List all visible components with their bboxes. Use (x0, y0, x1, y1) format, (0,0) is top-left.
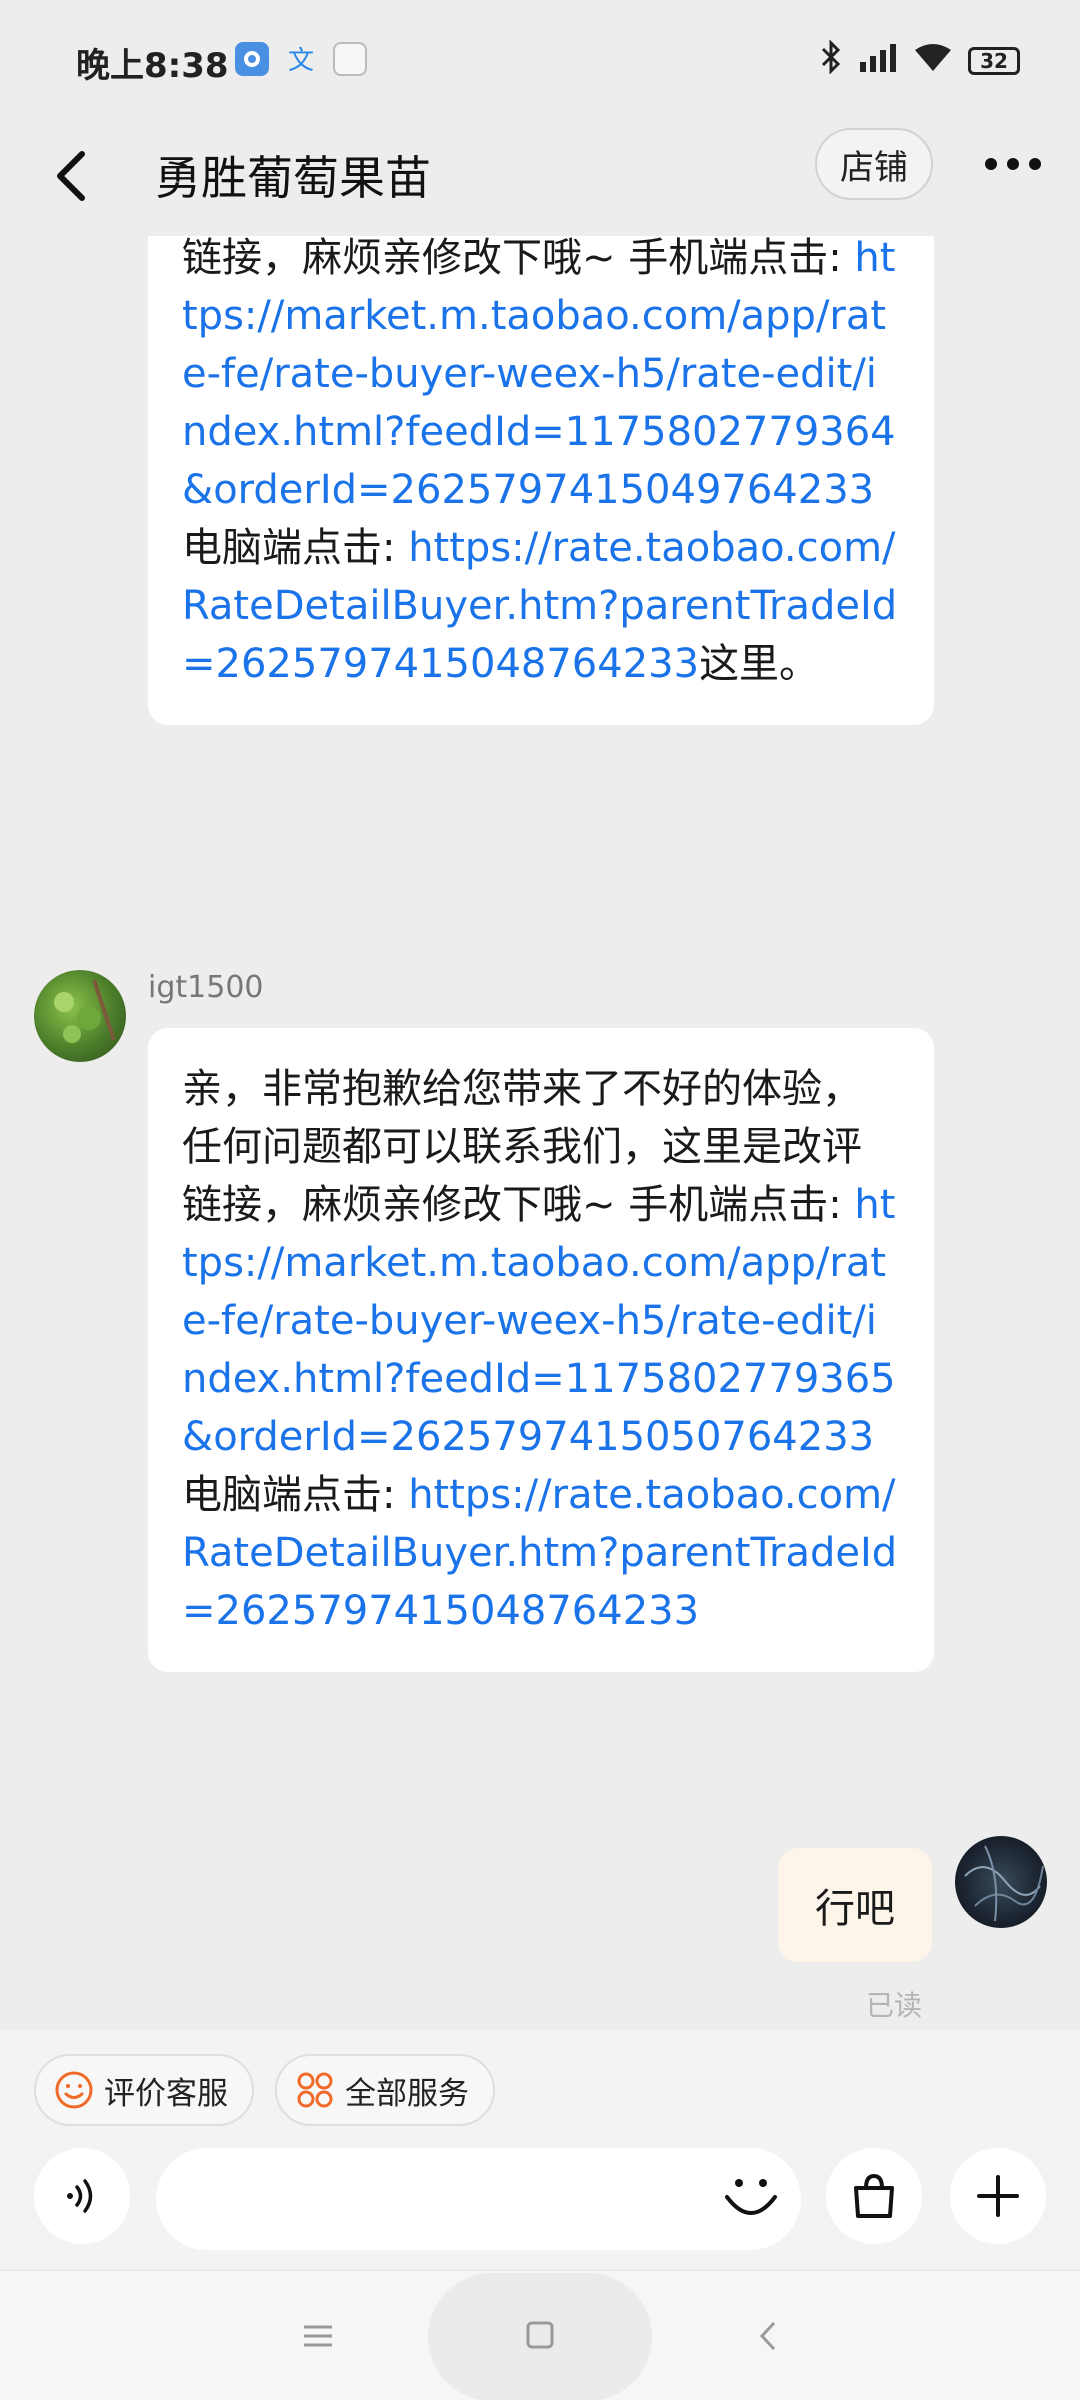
grid-icon (297, 2072, 333, 2108)
wifi-icon (914, 42, 952, 80)
my-message-text: 行吧 (815, 1886, 895, 1932)
message-text: 电脑端点击: (182, 1472, 409, 1518)
message-text: 亲，非常抱歉给您带来了不好的体验，任何问题都可以联系我们，这里是改评链接，麻烦亲… (182, 1066, 862, 1228)
message-input[interactable] (156, 2148, 801, 2250)
dot-icon (985, 158, 997, 170)
smiley-icon (55, 2071, 93, 2109)
bluetooth-icon (820, 39, 842, 82)
message-text: 电脑端点击: (182, 525, 409, 571)
shop-button[interactable]: 店铺 (815, 128, 933, 200)
back-button[interactable] (44, 140, 104, 210)
dot-icon (1029, 158, 1041, 170)
all-services-label: 全部服务 (345, 2075, 469, 2112)
rate-service-button[interactable]: 评价客服 (34, 2054, 254, 2126)
more-options-button[interactable] (985, 158, 1041, 170)
quick-actions-bar: 评价客服 全部服务 (0, 2030, 1080, 2142)
my-message-bubble[interactable]: 行吧 (778, 1848, 932, 1962)
notification-app-icon (333, 42, 367, 76)
add-button[interactable] (950, 2148, 1046, 2244)
chevron-left-icon (57, 151, 85, 201)
message-bubble[interactable]: 亲，非常抱歉给您带来了不好的体验，任何问题都可以联系我们，这里是改评链接，麻烦亲… (148, 236, 934, 725)
dot-icon (1007, 158, 1019, 170)
home-icon (526, 2321, 554, 2349)
back-nav-button[interactable] (740, 2311, 796, 2361)
status-time: 晚上8:38 (76, 46, 229, 86)
message-bubble[interactable]: 亲，非常抱歉给您带来了不好的体验，任何问题都可以联系我们，这里是改评链接，麻烦亲… (148, 1028, 934, 1672)
menu-nav-button[interactable] (290, 2311, 346, 2361)
voice-icon (67, 2179, 93, 2213)
translate-app-icon: 文 (284, 42, 318, 76)
chat-area[interactable]: 亲，非常抱歉给您带来了不好的体验，任何问题都可以联系我们，这里是改评链接，麻烦亲… (0, 236, 1080, 2030)
chat-header: 勇胜葡萄果苗 店铺 (0, 118, 1080, 236)
status-bar: 晚上8:38 文 32 (0, 0, 1080, 118)
message-text: 亲，非常抱歉给您带来了不好的体验，任何问题都可以联系我们，这里是改评链接，麻烦亲… (182, 236, 842, 281)
input-bar (0, 2142, 1080, 2270)
svg-text:文: 文 (288, 46, 314, 76)
sender-name: igt1500 (148, 970, 264, 1005)
home-nav-button[interactable] (428, 2273, 652, 2400)
read-status: 已读 (866, 1989, 923, 2022)
voice-button[interactable] (34, 2148, 130, 2244)
system-nav-bar (0, 2270, 1080, 2400)
signal-icon (858, 42, 898, 80)
my-avatar[interactable] (955, 1836, 1047, 1928)
battery-icon: 32 (968, 47, 1020, 75)
product-button[interactable] (826, 2148, 922, 2244)
back-icon (759, 2321, 776, 2351)
message-text: 这里。 (699, 641, 820, 687)
all-services-button[interactable]: 全部服务 (275, 2054, 495, 2126)
avatar (964, 1845, 1044, 1922)
avatar (54, 979, 116, 1043)
emoji-button[interactable] (721, 2169, 781, 2229)
menu-icon (304, 2325, 332, 2347)
sender-avatar[interactable] (34, 970, 126, 1062)
shop-button-label: 店铺 (840, 147, 908, 188)
page-title: 勇胜葡萄果苗 (155, 151, 431, 205)
shopping-bag-icon (854, 2173, 894, 2218)
camera-app-icon (235, 42, 269, 76)
plus-icon (977, 2175, 1019, 2217)
rate-service-label: 评价客服 (104, 2075, 228, 2112)
